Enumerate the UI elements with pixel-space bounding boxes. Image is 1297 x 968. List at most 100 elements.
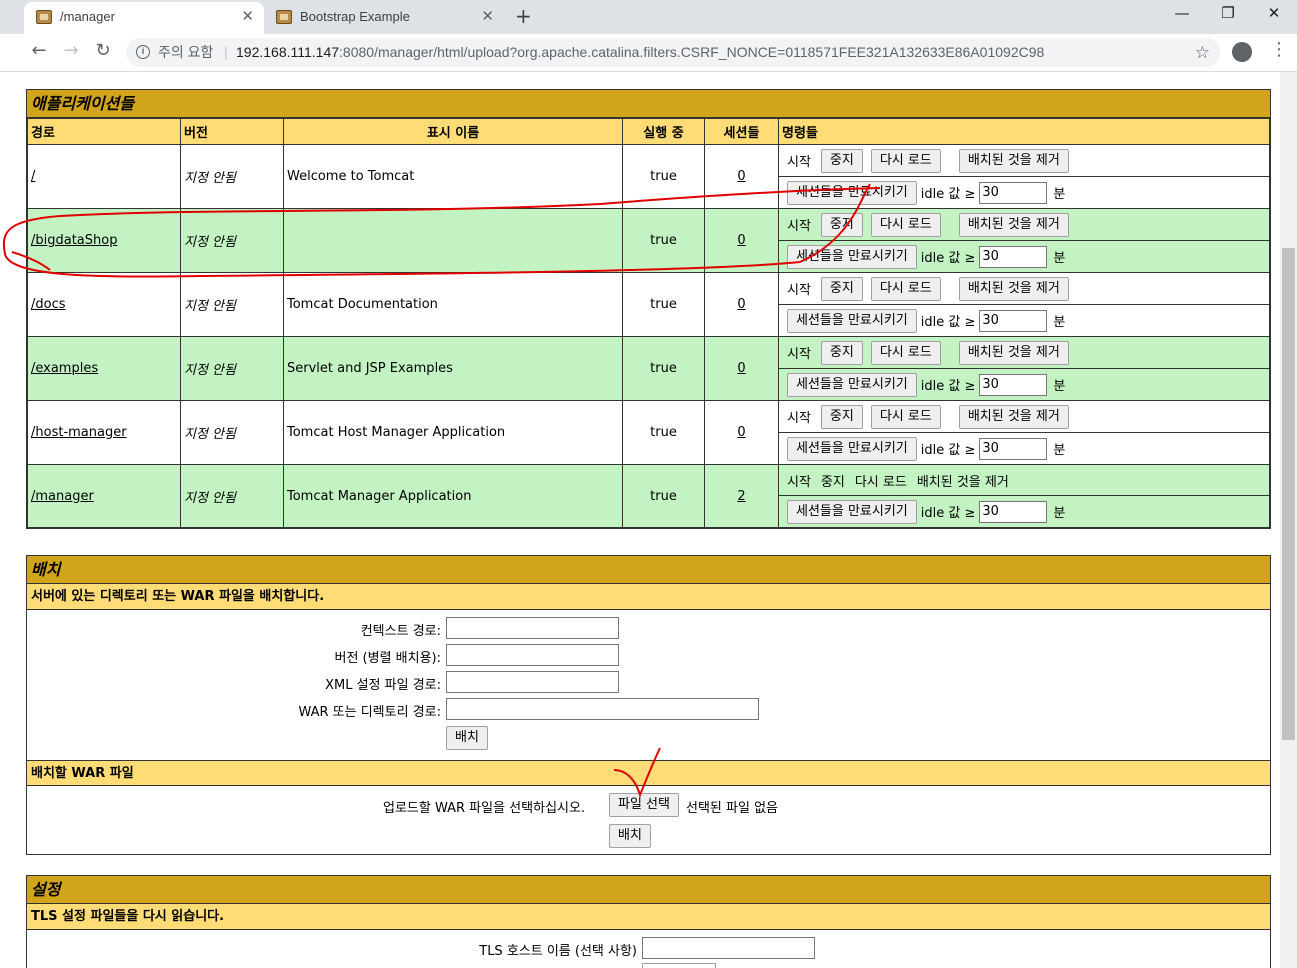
reload-app-button[interactable]: 다시 로드 <box>870 212 941 237</box>
app-commands: 시작 중지 다시 로드 배치된 것을 제거 <box>778 464 1270 496</box>
app-sessions-link[interactable]: 0 <box>737 361 745 376</box>
expire-sessions-button[interactable]: 세션들을 만료시키기 <box>787 372 917 397</box>
tab-bootstrap-example[interactable]: Bootstrap Example ✕ <box>264 2 504 34</box>
header-display-name: 표시 이름 <box>283 118 623 145</box>
tomcat-favicon-icon <box>276 10 292 24</box>
stop-button[interactable]: 중지 <box>820 340 863 365</box>
app-sessions-cell: 0 <box>704 272 779 337</box>
expire-sessions-button[interactable]: 세션들을 만료시키기 <box>787 244 917 269</box>
table-row: /manager 지정 안됨 Tomcat Manager Application t… <box>27 464 1270 528</box>
scrollbar-thumb[interactable] <box>1282 248 1295 740</box>
app-sessions-cell: 0 <box>704 208 779 273</box>
app-sessions-link[interactable]: 2 <box>737 489 745 504</box>
app-path-link[interactable]: /examples <box>31 361 98 376</box>
table-row: /bigdataShop 지정 안됨 true 0 시작 중지 다시 로드 배치된 것을 제거 <box>27 208 1270 273</box>
war-upload-form: 업로드할 WAR 파일을 선택하십시오. 파일 선택 선택된 파일 없음 배치 <box>27 786 1270 854</box>
security-warning[interactable]: 주의 요함 <box>158 38 213 67</box>
browser-menu-icon[interactable]: ⋮ <box>1270 39 1288 60</box>
close-tab-icon[interactable]: ✕ <box>241 2 254 32</box>
idle-input[interactable]: 30 <box>979 181 1048 204</box>
app-sessions-link[interactable]: 0 <box>737 233 745 248</box>
app-path-link[interactable]: /bigdataShop <box>31 233 117 248</box>
app-path-link[interactable]: / <box>31 169 35 184</box>
stop-button[interactable]: 중지 <box>820 404 863 429</box>
undeploy-button[interactable]: 배치된 것을 제거 <box>958 148 1069 173</box>
header-running: 실행 중 <box>622 118 705 145</box>
app-version: 지정 안됨 <box>180 336 284 401</box>
reload-app-button[interactable]: 다시 로드 <box>870 148 941 173</box>
back-button[interactable]: ← <box>25 40 53 61</box>
idle-input[interactable]: 30 <box>979 437 1048 460</box>
stop-button[interactable]: 중지 <box>820 148 863 173</box>
minimize-button[interactable]: — <box>1159 4 1205 22</box>
app-path-link[interactable]: /manager <box>31 489 94 504</box>
url-bar[interactable]: i 주의 요함 | 192.168.111.147:8080/manager/h… <box>126 38 1220 67</box>
reload-app-button[interactable]: 다시 로드 <box>870 276 941 301</box>
context-path-input[interactable] <box>446 617 619 639</box>
app-running: true <box>622 272 705 337</box>
app-sessions-cell: 0 <box>704 144 779 209</box>
reload-button[interactable]: ↻ <box>89 40 117 61</box>
app-running: true <box>622 144 705 209</box>
app-sessions-link[interactable]: 0 <box>737 425 745 440</box>
close-tab-icon[interactable]: ✕ <box>481 2 494 32</box>
reload-app-button[interactable]: 다시 로드 <box>870 404 941 429</box>
app-version: 지정 안됨 <box>180 464 284 528</box>
app-sessions-link[interactable]: 0 <box>737 169 745 184</box>
undeploy-button[interactable]: 배치된 것을 제거 <box>958 340 1069 365</box>
app-display-name: Servlet and JSP Examples <box>283 336 623 401</box>
idle-input[interactable]: 30 <box>979 500 1048 523</box>
app-expire-commands: 세션들을 만료시키기 idle 값 ≥30 분 <box>778 432 1270 465</box>
version-input[interactable] <box>446 644 619 666</box>
tls-host-input[interactable] <box>642 937 815 959</box>
restore-button[interactable]: ❐ <box>1205 4 1251 22</box>
idle-input[interactable]: 30 <box>979 373 1048 396</box>
app-expire-commands: 세션들을 만료시키기 idle 값 ≥30 분 <box>778 176 1270 209</box>
url-text[interactable]: 192.168.111.147:8080/manager/html/upload… <box>236 38 1044 67</box>
no-file-selected-text: 선택된 파일 없음 <box>686 801 778 816</box>
idle-input[interactable]: 30 <box>979 245 1048 268</box>
app-sessions-link[interactable]: 0 <box>737 297 745 312</box>
profile-avatar-icon[interactable] <box>1232 42 1252 62</box>
undeploy-button[interactable]: 배치된 것을 제거 <box>958 212 1069 237</box>
address-bar-row: ← → ↻ i 주의 요함 | 192.168.111.147:8080/man… <box>0 34 1297 72</box>
expire-sessions-button[interactable]: 세션들을 만료시키기 <box>787 180 917 205</box>
war-dir-input[interactable] <box>446 698 759 720</box>
minutes-label: 분 <box>1053 443 1066 458</box>
war-deploy-button[interactable]: 배치 <box>609 824 651 848</box>
stop-button[interactable]: 중지 <box>820 276 863 301</box>
header-version: 버전 <box>180 118 284 145</box>
app-expire-commands: 세션들을 만료시키기 idle 값 ≥30 분 <box>778 304 1270 337</box>
undeploy-button[interactable]: 배치된 것을 제거 <box>958 276 1069 301</box>
version-label: 버전 (병렬 배치용): <box>334 651 441 666</box>
xml-config-input[interactable] <box>446 671 619 693</box>
idle-input[interactable]: 30 <box>979 309 1048 332</box>
deploy-button[interactable]: 배치 <box>446 726 488 750</box>
idle-label: idle 값 ≥ <box>920 443 976 458</box>
minutes-label: 분 <box>1053 506 1066 521</box>
reload-app-button[interactable]: 다시 로드 <box>870 340 941 365</box>
stop-label: 중지 <box>820 474 845 490</box>
minutes-label: 분 <box>1053 379 1066 394</box>
app-path-link[interactable]: /host-manager <box>31 425 127 440</box>
bookmark-star-icon[interactable]: ☆ <box>1195 38 1210 67</box>
info-icon[interactable]: i <box>136 45 150 59</box>
choose-file-button[interactable]: 파일 선택 <box>609 793 679 817</box>
stop-button[interactable]: 중지 <box>820 212 863 237</box>
expire-sessions-button[interactable]: 세션들을 만료시키기 <box>787 436 917 461</box>
close-window-button[interactable]: ✕ <box>1251 4 1297 22</box>
app-path-link[interactable]: /docs <box>31 297 66 312</box>
forward-button[interactable]: → <box>57 40 85 61</box>
expire-sessions-button[interactable]: 세션들을 만료시키기 <box>787 499 917 524</box>
expire-sessions-button[interactable]: 세션들을 만료시키기 <box>787 308 917 333</box>
tls-heading: TLS 설정 파일들을 다시 읽습니다. <box>27 904 1270 930</box>
new-tab-button[interactable]: + <box>515 4 532 28</box>
undeploy-button[interactable]: 배치된 것을 제거 <box>958 404 1069 429</box>
applications-table: 경로 버전 표시 이름 실행 중 세션들 명령들 / 지정 안됨 Welcome t… <box>27 118 1270 528</box>
tomcat-favicon-icon <box>36 10 52 24</box>
app-expire-commands: 세션들을 만료시키기 idle 값 ≥30 분 <box>778 240 1270 273</box>
tab-manager[interactable]: /manager ✕ <box>24 2 264 34</box>
app-version: 지정 안됨 <box>180 208 284 273</box>
idle-label: idle 값 ≥ <box>920 187 976 202</box>
tls-reload-button[interactable] <box>642 963 716 968</box>
